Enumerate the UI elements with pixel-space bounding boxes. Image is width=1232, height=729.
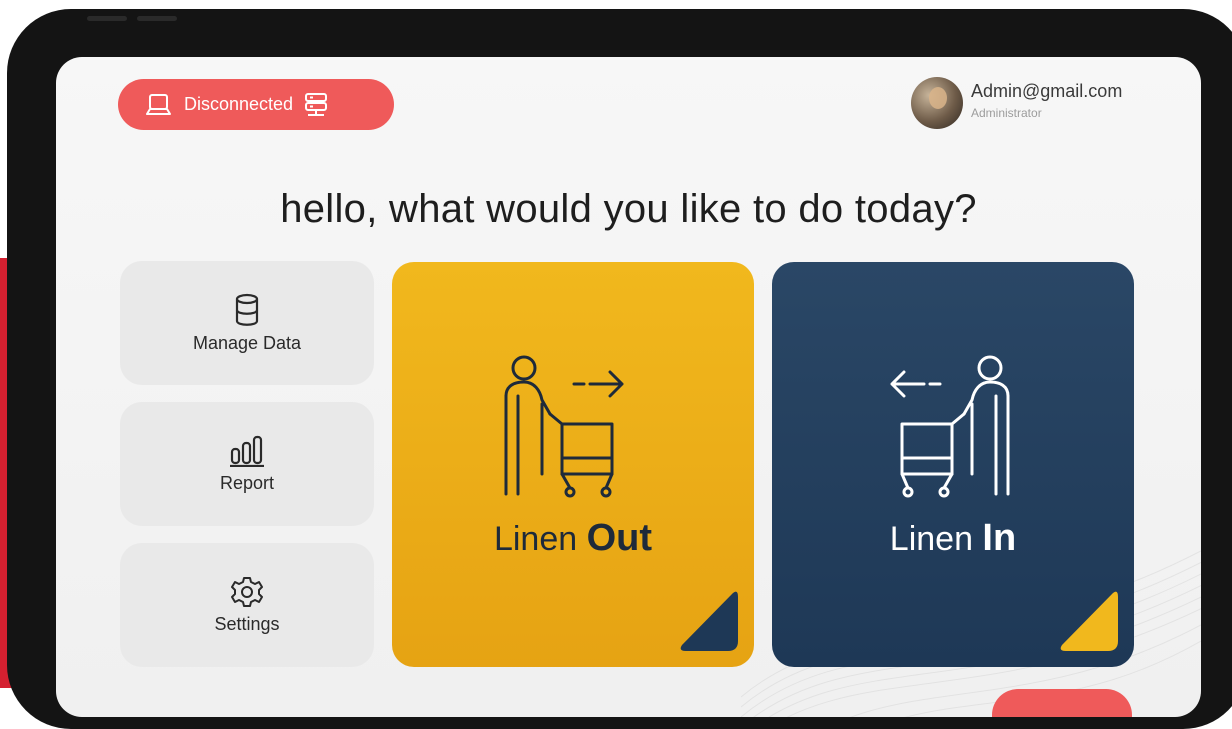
device-button bbox=[87, 16, 127, 21]
linen-out-prefix: Linen bbox=[493, 520, 587, 558]
avatar bbox=[911, 77, 963, 129]
app-screen: Disconnected Admin@gmail.com Administrat… bbox=[56, 57, 1201, 717]
settings-button[interactable]: Settings bbox=[120, 543, 374, 667]
settings-label: Settings bbox=[214, 613, 280, 634]
linen-out-card[interactable]: Linen Out bbox=[392, 262, 754, 667]
linen-in-emphasis: In bbox=[982, 517, 1017, 559]
action-button-partial[interactable] bbox=[992, 689, 1132, 717]
database-icon bbox=[235, 293, 259, 326]
server-disconnected-icon bbox=[305, 92, 328, 116]
user-role: Administrator bbox=[971, 106, 1042, 120]
linen-out-icon bbox=[504, 355, 624, 498]
report-label: Report bbox=[219, 472, 275, 493]
linen-in-title: Linen In bbox=[772, 517, 1134, 560]
corner-triangle-icon bbox=[1060, 591, 1118, 651]
device-button bbox=[137, 16, 177, 21]
bar-chart-icon bbox=[230, 435, 264, 467]
manage-data-label: Manage Data bbox=[192, 332, 302, 353]
gear-icon bbox=[231, 576, 263, 607]
linen-in-card[interactable]: Linen In bbox=[772, 262, 1134, 667]
linen-out-emphasis: Out bbox=[586, 517, 653, 559]
page-title: hello, what would you like to do today? bbox=[280, 187, 977, 231]
report-button[interactable]: Report bbox=[120, 402, 374, 526]
manage-data-button[interactable]: Manage Data bbox=[120, 261, 374, 385]
laptop-icon bbox=[146, 93, 171, 115]
tablet-frame: Disconnected Admin@gmail.com Administrat… bbox=[7, 9, 1232, 729]
user-profile[interactable]: Admin@gmail.com Administrator bbox=[911, 77, 1122, 129]
linen-out-title: Linen Out bbox=[392, 517, 754, 560]
user-email: Admin@gmail.com bbox=[971, 81, 1123, 101]
corner-triangle-icon bbox=[680, 591, 738, 651]
linen-in-prefix: Linen bbox=[889, 520, 983, 558]
connection-status-badge[interactable]: Disconnected bbox=[118, 79, 394, 130]
connection-status-label: Disconnected bbox=[184, 94, 294, 114]
linen-in-icon bbox=[890, 355, 1010, 498]
